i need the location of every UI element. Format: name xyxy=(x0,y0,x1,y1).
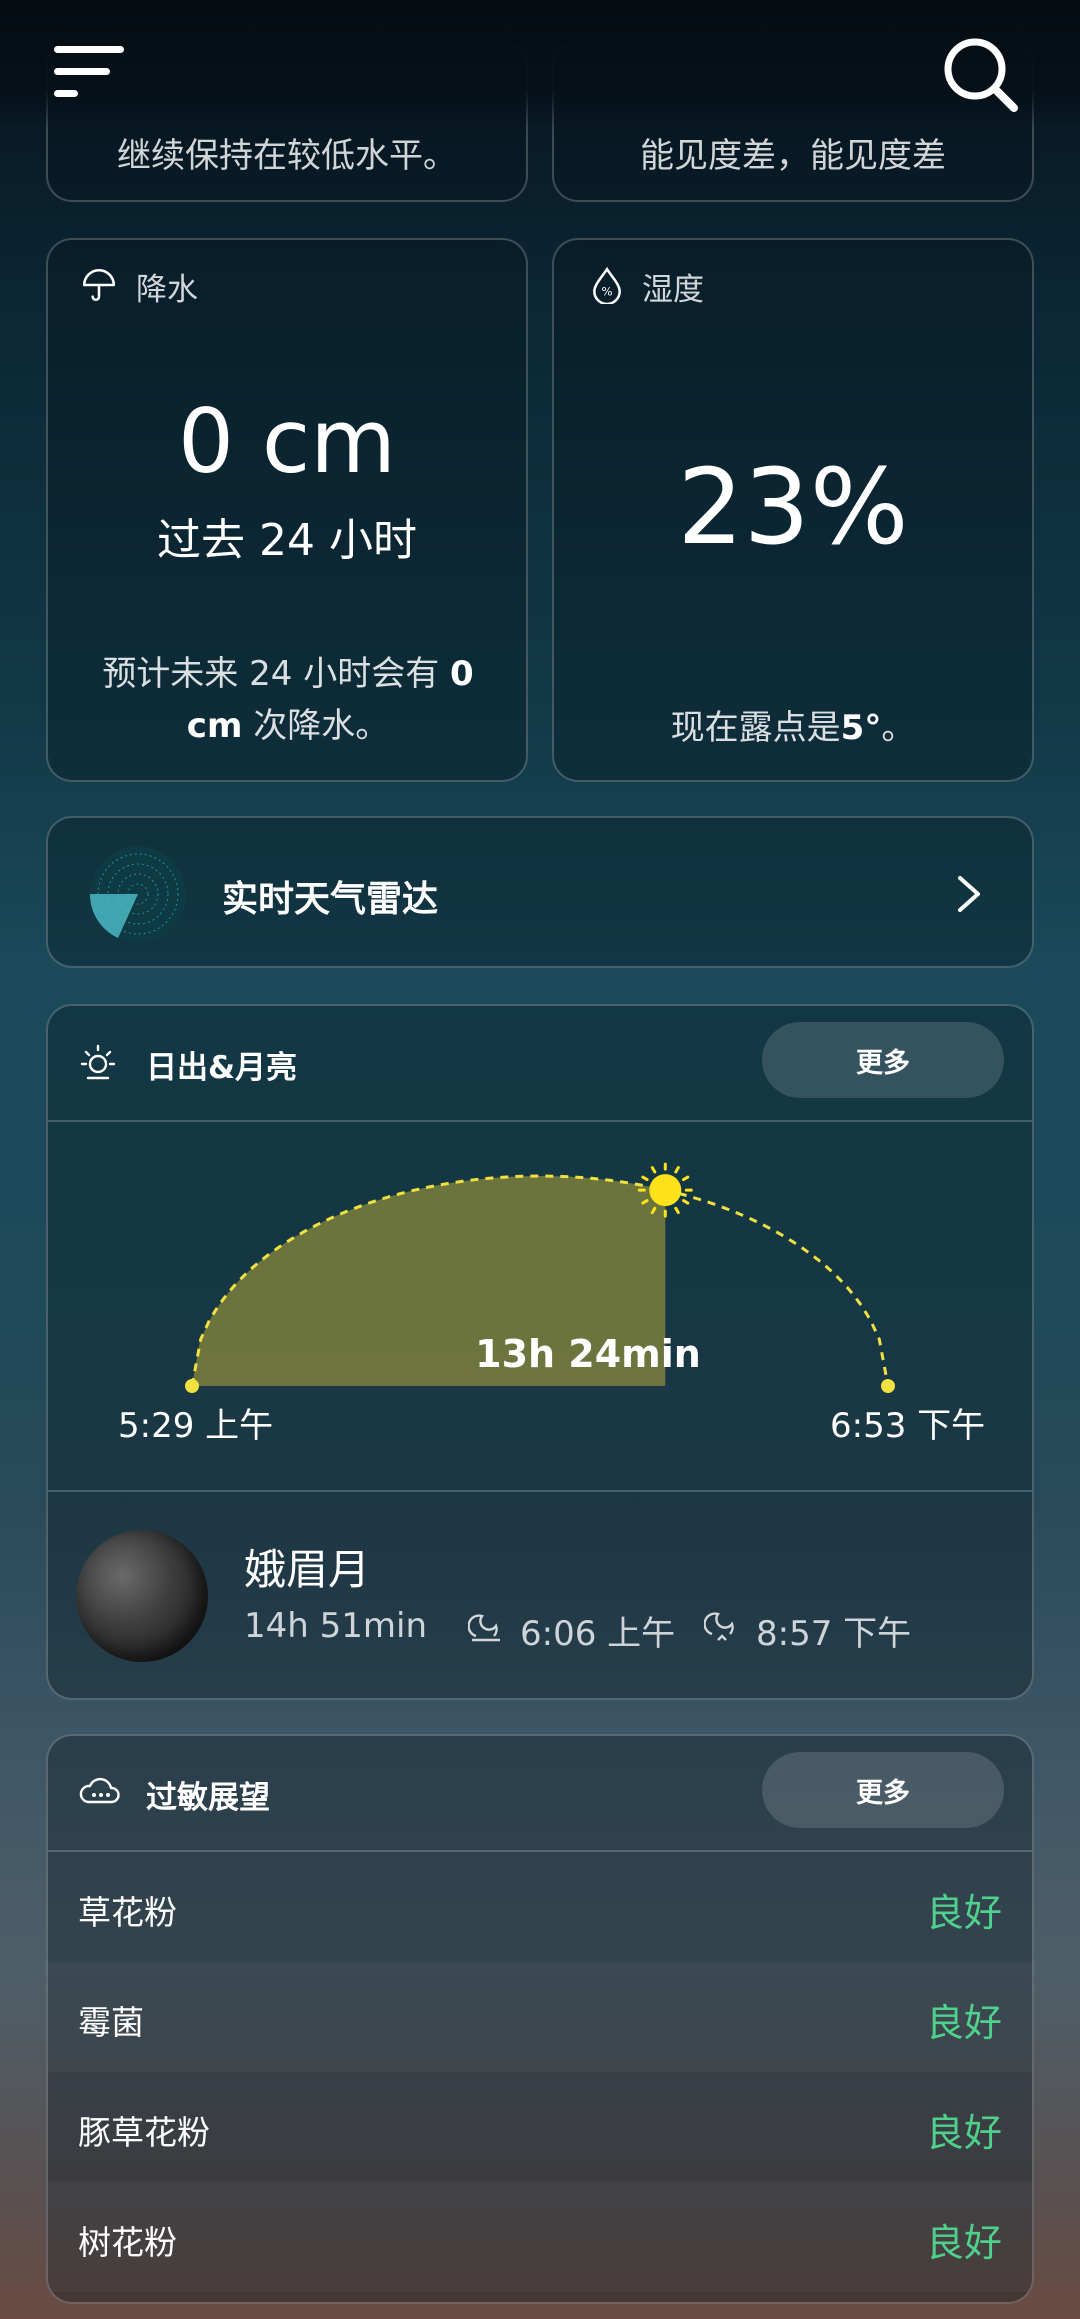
top-bar xyxy=(0,0,1080,130)
sun-moon-more-button[interactable]: 更多 xyxy=(762,1022,1004,1098)
allergy-title: 过敏展望 xyxy=(146,1780,270,1816)
humidity-title: 湿度 xyxy=(642,272,704,308)
sun-icon xyxy=(80,1044,116,1080)
allergen-level: 良好 xyxy=(925,2111,1002,2155)
allergen-label: 树花粉 xyxy=(78,2223,177,2262)
moon-duration: 14h 51min xyxy=(244,1606,427,1646)
visibility-card-text: 能见度差，能见度差 xyxy=(640,136,946,176)
allergen-level: 良好 xyxy=(925,2001,1002,2045)
sun-ray xyxy=(681,1199,690,1205)
menu-icon[interactable] xyxy=(54,46,124,102)
list-item: 草花粉 良好 xyxy=(48,1852,1032,1962)
forecast-prefix: 预计未来 24 小时会有 xyxy=(102,654,450,694)
moonset-time: 8:57 下午 xyxy=(756,1614,912,1654)
moonrise-icon xyxy=(468,1614,500,1642)
allergen-level: 良好 xyxy=(925,1891,1002,1935)
allergy-more-button[interactable]: 更多 xyxy=(762,1752,1004,1828)
sun-arc-chart xyxy=(185,1162,895,1393)
dew-value: 5° xyxy=(840,708,882,748)
sunrise-dot xyxy=(185,1379,199,1393)
precipitation-forecast: 预计未来 24 小时会有 0 cm 次降水。 xyxy=(78,648,498,752)
daylight-duration: 13h 24min xyxy=(475,1332,701,1376)
radar-label: 实时天气雷达 xyxy=(222,879,439,920)
allergy-cloud-icon xyxy=(79,1777,120,1804)
sun-ray xyxy=(650,1166,657,1174)
search-icon[interactable] xyxy=(942,36,1020,114)
weather-radar-card[interactable]: 实时天气雷达 xyxy=(46,816,1034,968)
sun-ray xyxy=(674,1166,680,1174)
list-item: 树花粉 良好 xyxy=(48,2182,1032,2292)
humidity-value: 23% xyxy=(677,446,909,568)
dew-suffix: 。 xyxy=(881,708,916,748)
radar-icon xyxy=(89,846,186,942)
allergy-card: 过敏展望 更多 草花粉 良好 霉菌 良好 豚草花粉 良好 树花粉 良好 xyxy=(46,1734,1034,2304)
moonrise-time: 6:06 上午 xyxy=(520,1614,676,1654)
precipitation-card[interactable]: 降水 0 cm 过去 24 小时 预计未来 24 小时会有 0 cm 次降水。 xyxy=(46,238,528,782)
dew-prefix: 现在露点是 xyxy=(670,708,841,748)
precipitation-value: 0 cm xyxy=(177,390,397,493)
svg-text:%: % xyxy=(601,285,612,299)
sun-moon-divider-mid xyxy=(48,1490,1032,1492)
precipitation-title: 降水 xyxy=(136,272,198,308)
moon-phase-name: 娥眉月 xyxy=(244,1545,371,1594)
list-item: 霉菌 良好 xyxy=(48,1962,1032,2072)
sun-ray xyxy=(641,1175,649,1182)
precipitation-period: 过去 24 小时 xyxy=(157,515,417,566)
sunrise-time: 5:29 上午 xyxy=(118,1406,274,1446)
moonset-icon xyxy=(704,1612,734,1641)
sun-moon-title: 日出&月亮 xyxy=(146,1050,298,1086)
forecast-suffix: 次降水。 xyxy=(242,706,390,746)
uv-card-text: 继续保持在较低水平。 xyxy=(117,136,457,176)
allergen-label: 草花粉 xyxy=(78,1893,177,1932)
allergen-level: 良好 xyxy=(925,2221,1002,2265)
humidity-card[interactable]: % 湿度 23% 现在露点是5°。 xyxy=(552,238,1034,782)
list-item: 豚草花粉 良好 xyxy=(48,2072,1032,2182)
sun-ray xyxy=(674,1206,680,1215)
umbrella-icon xyxy=(82,269,116,301)
allergen-label: 豚草花粉 xyxy=(78,2113,210,2152)
dew-point-text: 现在露点是5°。 xyxy=(554,700,1032,749)
sunset-dot xyxy=(881,1379,895,1393)
moon-image xyxy=(76,1530,208,1662)
chevron-right-icon[interactable] xyxy=(954,872,984,916)
sunset-time: 6:53 下午 xyxy=(830,1406,986,1446)
humidity-drop-icon: % xyxy=(593,266,621,304)
allergen-label: 霉菌 xyxy=(78,2003,144,2042)
sun-ray xyxy=(681,1175,690,1182)
